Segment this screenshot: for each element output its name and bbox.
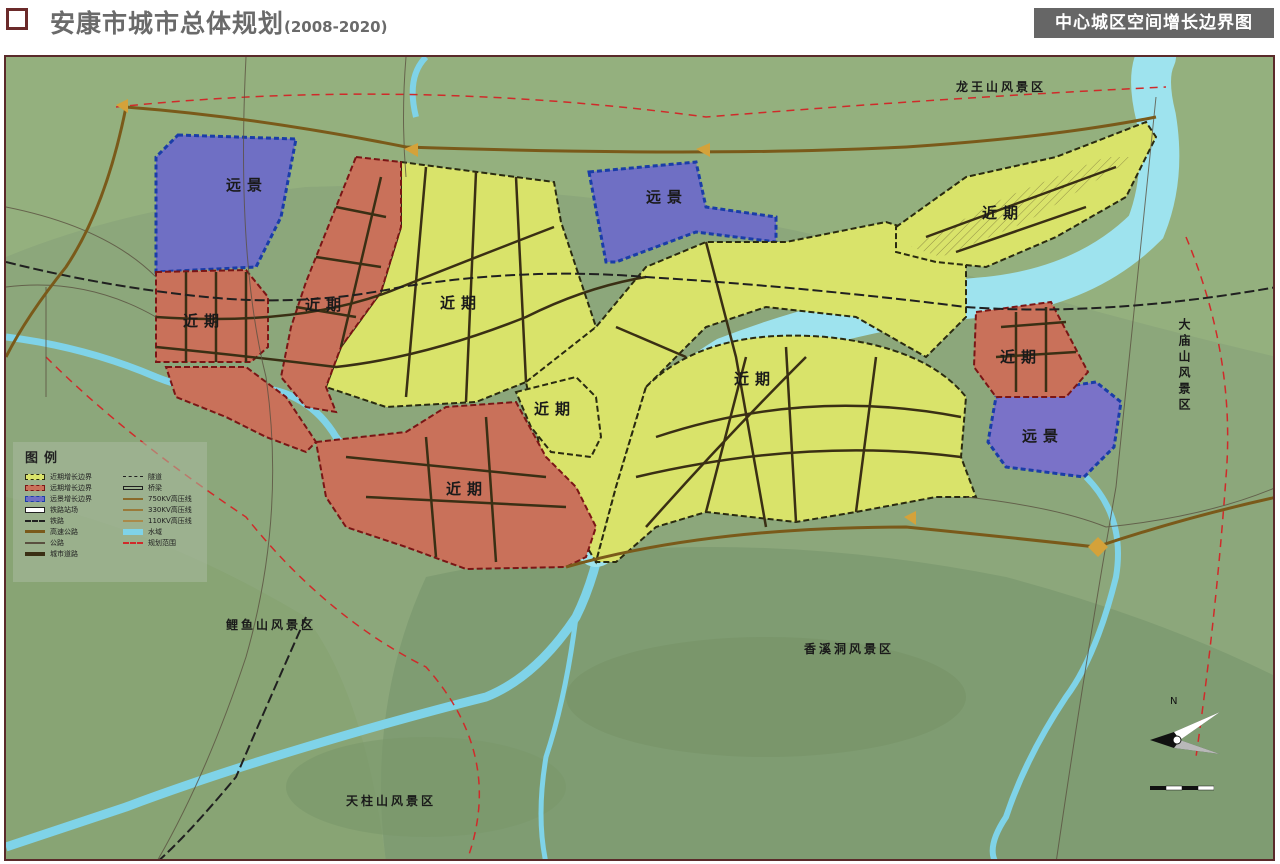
terrain-ridge-2 — [286, 737, 566, 837]
zone-label-far-northwest: 远景 — [226, 176, 269, 194]
legend-swatch — [25, 541, 45, 544]
zone-label-near-northeast: 近期 — [982, 204, 1025, 222]
legend-swatch — [25, 519, 45, 522]
legend-swatch — [25, 495, 45, 502]
legend-title: 图例 — [25, 451, 64, 466]
map-legend: 图例 近期增长边界 远期增长边界 远景增长边界 铁路站场 铁路 高速公路 公路 … — [13, 442, 207, 582]
legend-item: 铁路站场 — [25, 505, 78, 514]
legend-item: 750KV高压线 — [123, 494, 192, 503]
zone-label-near-main: 近期 — [440, 294, 483, 312]
scenic-label-liyu: 鲤鱼山风景区 — [226, 618, 317, 632]
zone-label-red-south: 近期 — [446, 480, 489, 498]
legend-item: 110KV高压线 — [123, 516, 192, 525]
legend-item: 桥梁 — [123, 483, 162, 492]
legend-swatch — [123, 528, 143, 535]
legend-swatch — [123, 475, 143, 478]
scale-bar-icon — [1150, 785, 1214, 791]
legend-swatch — [123, 519, 143, 522]
legend-item: 隧道 — [123, 472, 162, 481]
legend-item: 铁路 — [25, 516, 64, 525]
zone-label-red-east: 近期 — [1000, 348, 1043, 366]
zone-label-near-small: 近期 — [534, 400, 577, 418]
legend-swatch — [123, 541, 143, 544]
page-title: 安康市城市总体规划(2008-2020) — [50, 4, 387, 40]
legend-swatch — [25, 551, 45, 556]
title-text: 安康市城市总体规划 — [50, 9, 285, 38]
legend-item: 水域 — [123, 527, 162, 536]
scenic-label-xiangxi: 香溪洞风景区 — [804, 642, 895, 656]
legend-item: 公路 — [25, 538, 64, 547]
legend-swatch — [25, 484, 45, 491]
legend-item: 远景增长边界 — [25, 494, 92, 503]
legend-item: 规划范围 — [123, 538, 176, 547]
legend-swatch — [123, 485, 143, 490]
title-year: (2008-2020) — [284, 18, 388, 36]
legend-swatch — [25, 530, 45, 533]
zone-label-near-south-bank: 近期 — [734, 370, 777, 388]
scenic-label-damiao: 大庙山风景区 — [1177, 318, 1191, 414]
terrain-ridge — [566, 637, 966, 757]
title-box-icon — [6, 8, 28, 30]
scenic-label-longwang: 龙王山风景区 — [956, 80, 1047, 94]
zone-label-red-north: 近期 — [305, 296, 348, 314]
legend-swatch — [25, 506, 45, 513]
map-subtitle: 中心城区空间增长边界图 — [1034, 8, 1274, 38]
zone-label-red-west: 近期 — [183, 312, 226, 330]
legend-swatch — [123, 497, 143, 500]
header: 安康市城市总体规划(2008-2020) 中心城区空间增长边界图 — [0, 0, 1280, 52]
legend-swatch — [123, 508, 143, 511]
zone-label-far-east: 远景 — [1022, 427, 1065, 445]
north-arrow-icon: N — [1150, 696, 1220, 754]
legend-item: 城市道路 — [25, 549, 78, 558]
legend-swatch — [25, 473, 45, 480]
legend-item: 高速公路 — [25, 527, 78, 536]
legend-item: 330KV高压线 — [123, 505, 192, 514]
legend-item: 近期增长边界 — [25, 472, 92, 481]
svg-text:N: N — [1170, 696, 1177, 707]
scenic-label-tianzhu: 天柱山风景区 — [346, 794, 437, 808]
legend-item: 远期增长边界 — [25, 483, 92, 492]
zone-label-far-north: 远景 — [646, 188, 689, 206]
